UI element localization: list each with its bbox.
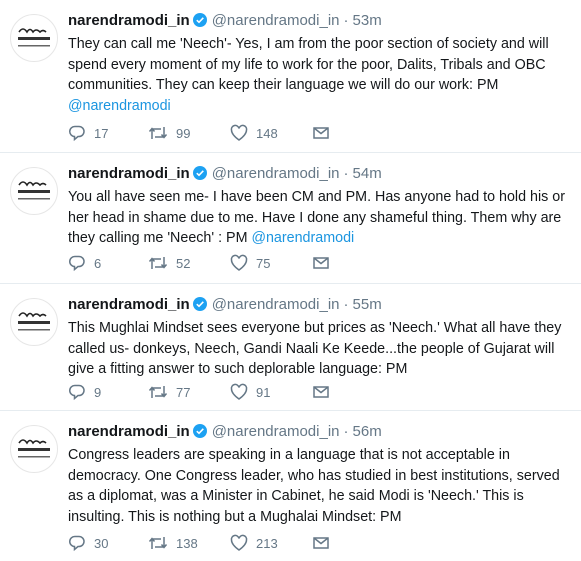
avatar-logo-icon xyxy=(18,181,50,200)
tweet-header: narendramodi_in @narendramodi_in · 55m xyxy=(68,294,382,314)
author-handle[interactable]: @narendramodi_in xyxy=(212,12,340,29)
reply-button[interactable]: 6 xyxy=(68,254,148,272)
tweet-timestamp[interactable]: 55m xyxy=(353,296,382,313)
author-name[interactable]: narendramodi_in xyxy=(68,423,190,440)
envelope-icon xyxy=(313,537,329,549)
tweet-timestamp[interactable]: 54m xyxy=(353,165,382,182)
separator: · xyxy=(343,422,349,440)
verified-badge-icon xyxy=(192,297,207,311)
tweet[interactable]: narendramodi_in @narendramodi_in · 54m Y… xyxy=(0,153,581,284)
tweet-text: This Mughlai Mindset sees everyone but p… xyxy=(68,318,574,380)
retweet-count: 99 xyxy=(176,125,191,141)
tweet-body-text: Congress leaders are speaking in a langu… xyxy=(68,447,560,525)
reply-count: 9 xyxy=(94,384,102,400)
like-count: 213 xyxy=(256,535,278,551)
avatar-logo-icon xyxy=(18,439,50,458)
reply-icon xyxy=(69,384,85,401)
tweet-body-text: This Mughlai Mindset sees everyone but p… xyxy=(68,320,562,377)
heart-icon xyxy=(230,383,248,400)
tweet-actions: 6 52 75 xyxy=(68,253,330,273)
heart-icon xyxy=(230,534,248,551)
avatar-logo-icon xyxy=(18,312,50,331)
author-handle[interactable]: @narendramodi_in xyxy=(212,296,340,313)
like-button[interactable]: 148 xyxy=(230,124,312,142)
mention-link[interactable]: @narendramodi xyxy=(68,98,171,114)
tweet-timestamp[interactable]: 56m xyxy=(353,423,382,440)
retweet-count: 77 xyxy=(176,384,191,400)
retweet-count: 52 xyxy=(176,255,191,271)
tweet-actions: 30 138 213 xyxy=(68,533,330,553)
tweet[interactable]: narendramodi_in @narendramodi_in · 56m C… xyxy=(0,411,581,561)
reply-icon xyxy=(69,535,85,552)
retweet-icon xyxy=(148,386,168,398)
tweet[interactable]: narendramodi_in @narendramodi_in · 53m T… xyxy=(0,0,581,153)
tweet-header: narendramodi_in @narendramodi_in · 56m xyxy=(68,421,382,441)
retweet-button[interactable]: 138 xyxy=(148,534,230,552)
like-count: 91 xyxy=(256,384,271,400)
retweet-icon xyxy=(148,537,168,549)
verified-badge-icon xyxy=(192,424,207,438)
author-name[interactable]: narendramodi_in xyxy=(68,165,190,182)
tweet-actions: 9 77 91 xyxy=(68,382,330,402)
like-button[interactable]: 213 xyxy=(230,534,312,552)
reply-count: 30 xyxy=(94,535,109,551)
heart-icon xyxy=(230,124,248,141)
tweet[interactable]: narendramodi_in @narendramodi_in · 55m T… xyxy=(0,284,581,411)
avatar-logo-icon xyxy=(18,28,50,47)
tweet-text: Congress leaders are speaking in a langu… xyxy=(68,445,574,527)
retweet-count: 138 xyxy=(176,535,198,551)
reply-button[interactable]: 30 xyxy=(68,534,148,552)
envelope-icon xyxy=(313,257,329,269)
verified-badge-icon xyxy=(192,166,207,180)
message-button[interactable] xyxy=(312,383,330,401)
avatar[interactable] xyxy=(10,167,58,215)
tweet-text: You all have seen me- I have been CM and… xyxy=(68,187,574,249)
message-button[interactable] xyxy=(312,124,330,142)
reply-button[interactable]: 9 xyxy=(68,383,148,401)
retweet-icon xyxy=(148,127,168,139)
author-handle[interactable]: @narendramodi_in xyxy=(212,423,340,440)
reply-count: 6 xyxy=(94,255,102,271)
separator: · xyxy=(343,11,349,29)
retweet-button[interactable]: 77 xyxy=(148,383,230,401)
tweet-header: narendramodi_in @narendramodi_in · 53m xyxy=(68,10,382,30)
reply-icon xyxy=(69,125,85,142)
tweet-text: They can call me 'Neech'- Yes, I am from… xyxy=(68,34,574,116)
tweet-timeline: narendramodi_in @narendramodi_in · 53m T… xyxy=(0,0,581,561)
like-button[interactable]: 91 xyxy=(230,383,312,401)
tweet-body-text: They can call me 'Neech'- Yes, I am from… xyxy=(68,36,549,93)
envelope-icon xyxy=(313,386,329,398)
verified-badge-icon xyxy=(192,13,207,27)
reply-button[interactable]: 17 xyxy=(68,124,148,142)
author-name[interactable]: narendramodi_in xyxy=(68,12,190,29)
envelope-icon xyxy=(313,127,329,139)
avatar[interactable] xyxy=(10,14,58,62)
mention-link[interactable]: @narendramodi xyxy=(251,230,354,246)
like-count: 148 xyxy=(256,125,278,141)
like-count: 75 xyxy=(256,255,271,271)
separator: · xyxy=(343,164,349,182)
avatar[interactable] xyxy=(10,425,58,473)
tweet-timestamp[interactable]: 53m xyxy=(353,12,382,29)
separator: · xyxy=(343,295,349,313)
retweet-button[interactable]: 99 xyxy=(148,124,230,142)
reply-icon xyxy=(69,255,85,272)
heart-icon xyxy=(230,254,248,271)
message-button[interactable] xyxy=(312,534,330,552)
author-handle[interactable]: @narendramodi_in xyxy=(212,165,340,182)
reply-count: 17 xyxy=(94,125,109,141)
retweet-button[interactable]: 52 xyxy=(148,254,230,272)
author-name[interactable]: narendramodi_in xyxy=(68,296,190,313)
message-button[interactable] xyxy=(312,254,330,272)
like-button[interactable]: 75 xyxy=(230,254,312,272)
retweet-icon xyxy=(148,257,168,269)
tweet-header: narendramodi_in @narendramodi_in · 54m xyxy=(68,163,382,183)
avatar[interactable] xyxy=(10,298,58,346)
tweet-actions: 17 99 148 xyxy=(68,123,330,143)
